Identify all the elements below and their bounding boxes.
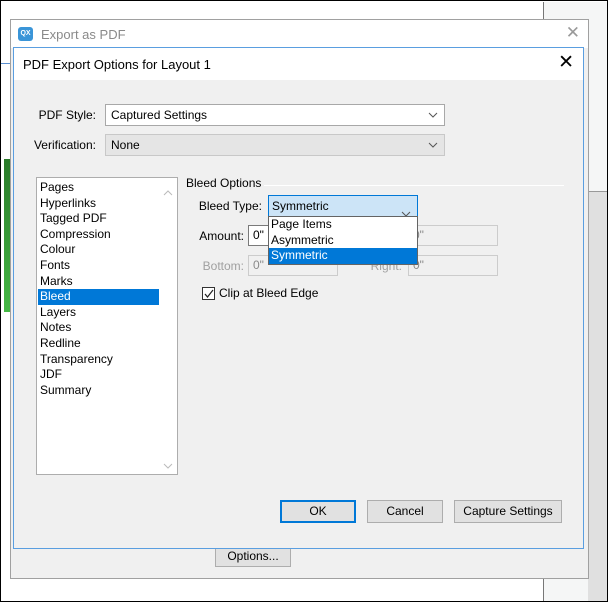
cancel-button[interactable]: Cancel [367, 500, 443, 523]
category-item-marks[interactable]: Marks [38, 274, 159, 290]
category-item-fonts[interactable]: Fonts [38, 258, 159, 274]
right-input[interactable]: 0" [408, 255, 498, 276]
dialog-close-icon[interactable]: ✕ [558, 53, 574, 73]
outer-window-title: Export as PDF [41, 27, 126, 42]
category-item-jdf[interactable]: JDF [38, 367, 159, 383]
verification-select[interactable]: None [105, 134, 445, 156]
pdf-style-select[interactable]: Captured Settings [105, 104, 445, 126]
bleed-type-option-asymmetric[interactable]: Asymmetric [269, 233, 417, 249]
bleed-type-option-symmetric[interactable]: Symmetric [269, 248, 417, 264]
dialog-title: PDF Export Options for Layout 1 [23, 57, 211, 72]
category-item-compression[interactable]: Compression [38, 227, 159, 243]
chevron-down-icon [428, 135, 438, 148]
scroll-up-icon[interactable] [163, 185, 173, 196]
pdf-style-label: PDF Style: [38, 108, 96, 122]
chevron-down-icon [428, 105, 438, 118]
category-item-summary[interactable]: Summary [38, 383, 159, 399]
background-right-panel-lower [588, 191, 607, 601]
category-item-redline[interactable]: Redline [38, 336, 159, 352]
bottom-label: Bottom: [202, 259, 244, 273]
pdf-style-value: Captured Settings [111, 108, 208, 122]
clip-at-bleed-edge-checkbox[interactable] [202, 287, 215, 300]
screen-frame: QX Export as PDF ✕ Options... PDF Export… [0, 0, 608, 602]
category-item-notes[interactable]: Notes [38, 320, 159, 336]
checkmark-icon [204, 289, 214, 298]
capture-settings-button[interactable]: Capture Settings [454, 500, 562, 523]
category-item-transparency[interactable]: Transparency [38, 352, 159, 368]
options-button[interactable]: Options... [215, 546, 291, 567]
top-input[interactable]: 0" [408, 225, 498, 246]
category-item-tagged-pdf[interactable]: Tagged PDF [38, 211, 159, 227]
bleed-type-option-page-items[interactable]: Page Items [269, 217, 417, 233]
verification-value: None [111, 138, 140, 152]
bleed-type-select[interactable]: Symmetric [268, 195, 418, 217]
verification-label: Verification: [33, 138, 96, 152]
category-item-colour[interactable]: Colour [38, 242, 159, 258]
outer-title-bar: QX Export as PDF ✕ [11, 20, 588, 48]
category-item-hyperlinks[interactable]: Hyperlinks [38, 196, 159, 212]
outer-close-icon[interactable]: ✕ [566, 24, 580, 42]
bleed-options-group-title: Bleed Options [186, 176, 265, 190]
category-item-bleed[interactable]: Bleed [38, 289, 159, 305]
clip-at-bleed-edge-label[interactable]: Clip at Bleed Edge [219, 286, 318, 300]
category-item-pages[interactable]: Pages [38, 180, 159, 196]
scroll-down-icon[interactable] [163, 458, 173, 469]
ok-button[interactable]: OK [280, 500, 356, 523]
app-icon: QX [18, 27, 33, 41]
category-item-layers[interactable]: Layers [38, 305, 159, 321]
bleed-type-value: Symmetric [272, 199, 329, 213]
amount-label: Amount: [199, 229, 244, 243]
category-list[interactable]: Pages Hyperlinks Tagged PDF Compression Colo… [36, 177, 178, 475]
pdf-export-options-dialog: PDF Export Options for Layout 1 ✕ PDF St… [13, 47, 584, 549]
dialog-title-bar: PDF Export Options for Layout 1 ✕ [14, 48, 583, 80]
bleed-type-label: Bleed Type: [198, 199, 262, 213]
bleed-type-dropdown[interactable]: Page Items Asymmetric Symmetric [268, 216, 418, 265]
